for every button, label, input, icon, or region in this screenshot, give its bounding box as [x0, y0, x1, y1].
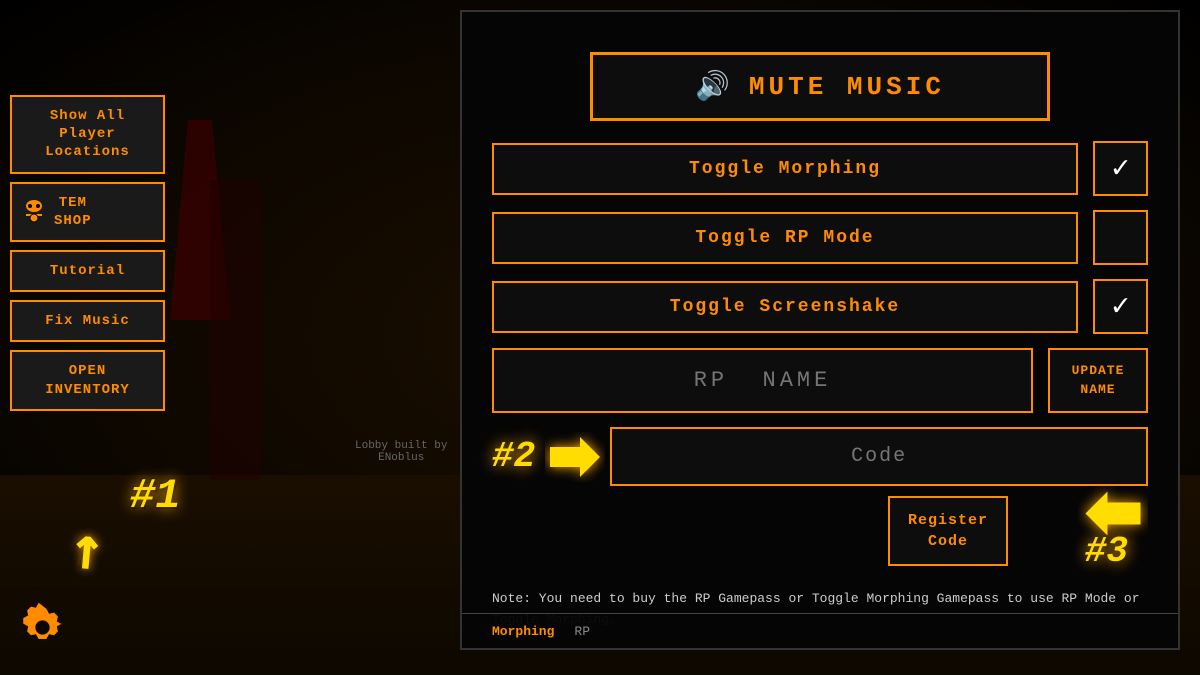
- rp-name-row: UPDATE NAME: [462, 348, 1178, 413]
- arrow-2-icon: [545, 432, 605, 482]
- code-row: #2: [462, 427, 1178, 486]
- sidebar: Show All Player Locations TEM SHOP Tutor…: [10, 95, 165, 411]
- code-input[interactable]: [610, 427, 1148, 486]
- mute-music-label: MUTE MUSIC: [749, 72, 945, 102]
- bg-decoration-2: [210, 180, 260, 480]
- lobby-credit: Lobby built by ENoblus: [355, 440, 447, 464]
- toggle-screenshake-button[interactable]: Toggle Screenshake: [492, 281, 1078, 333]
- main-panel: 🔊 MUTE MUSIC Toggle Morphing Toggle RP M…: [460, 10, 1180, 650]
- toggle-section: Toggle Morphing Toggle RP Mode Toggle Sc…: [462, 141, 1178, 334]
- hash2-label: #2: [492, 436, 535, 477]
- toggle-screenshake-row: Toggle Screenshake: [492, 279, 1148, 334]
- gear-icon: [15, 600, 70, 655]
- tem-shop-button[interactable]: TEM SHOP: [10, 182, 165, 242]
- screenshake-checkbox[interactable]: [1093, 279, 1148, 334]
- mute-music-button[interactable]: 🔊 MUTE MUSIC: [590, 52, 1050, 121]
- rp-name-input[interactable]: [492, 348, 1033, 413]
- open-inventory-button[interactable]: OPEN INVENTORY: [10, 350, 165, 410]
- toggle-rp-mode-row: Toggle RP Mode: [492, 210, 1148, 265]
- hash3-label: #3: [1085, 531, 1128, 572]
- speaker-icon: 🔊: [695, 69, 734, 104]
- update-name-button[interactable]: UPDATE NAME: [1048, 348, 1148, 412]
- arrow3-container: #3: [1078, 486, 1148, 546]
- toggle-rp-mode-button[interactable]: Toggle RP Mode: [492, 212, 1078, 264]
- tab-morphing[interactable]: Morphing: [492, 624, 554, 639]
- register-code-row: Register Code #3: [462, 496, 1178, 566]
- toggle-morphing-row: Toggle Morphing: [492, 141, 1148, 196]
- register-code-button[interactable]: Register Code: [888, 496, 1008, 566]
- gear-icon-container[interactable]: [15, 600, 70, 660]
- tem-icon: [20, 198, 48, 226]
- fix-music-button[interactable]: Fix Music: [10, 300, 165, 342]
- show-all-locations-button[interactable]: Show All Player Locations: [10, 95, 165, 174]
- bottom-bar: Morphing RP: [462, 613, 1178, 648]
- tab-rp[interactable]: RP: [574, 624, 590, 639]
- tutorial-button[interactable]: Tutorial: [10, 250, 165, 292]
- morphing-checkbox[interactable]: [1093, 141, 1148, 196]
- label-1: #1: [130, 472, 180, 520]
- rp-mode-checkbox[interactable]: [1093, 210, 1148, 265]
- toggle-morphing-button[interactable]: Toggle Morphing: [492, 143, 1078, 195]
